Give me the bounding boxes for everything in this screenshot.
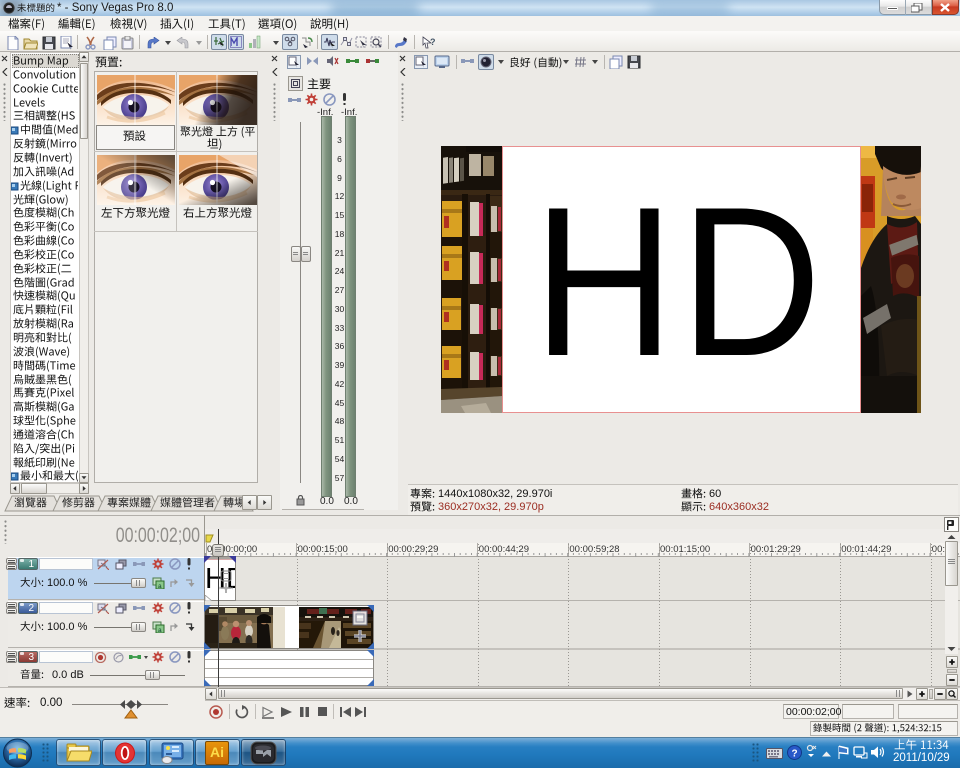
svg-text:?: ? — [792, 749, 798, 760]
svg-text:?: ? — [430, 37, 436, 47]
svg-text:a: a — [158, 627, 162, 633]
svg-text:a: a — [158, 583, 162, 589]
